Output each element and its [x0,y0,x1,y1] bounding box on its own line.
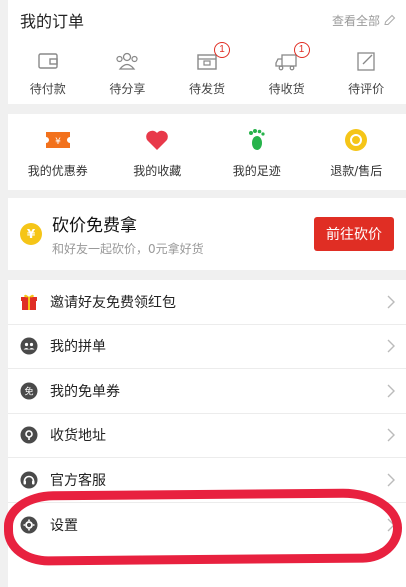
pending-shipment-badge: 1 [213,42,230,58]
svg-text:¥: ¥ [55,137,61,147]
shortcut-label: 退款/售后 [330,164,383,178]
menu-item-settings[interactable]: 设置 [8,503,406,548]
menu-item-address[interactable]: 收货地址 [8,414,406,458]
bargain-card[interactable]: ¥ 砍价免费拿 和好友一起砍价，0元拿好货 前往砍价 [8,198,406,270]
gift-icon [21,294,37,310]
chevron-right-icon [387,339,395,353]
chevron-right-icon [387,473,395,487]
menu-item-group-orders[interactable]: 我的拼单 [8,325,406,369]
chevron-right-icon [387,428,395,442]
order-label: 待发货 [188,82,225,96]
shortcut-coupons[interactable]: ¥ 我的优惠券 [8,114,108,190]
shortcut-label: 我的优惠券 [27,164,88,178]
order-label: 待付款 [29,82,66,96]
coupon-icon: ¥ [45,132,70,148]
menu-item-label: 邀请好友免费领红包 [50,294,176,311]
review-icon [357,52,375,71]
orders-card: 我的订单 查看全部 待付款 待分享 1 待发货 1 待收货 待评价 [8,0,406,104]
view-all-label: 查看全部 [331,13,380,28]
headset-icon [20,471,38,489]
footprint-icon [248,129,265,150]
shortcut-favorites[interactable]: 我的收藏 [108,114,208,190]
menu-item-label: 官方客服 [50,472,106,489]
menu-list: 邀请好友免费领红包 我的拼单 免 我的免单券 收货地址 官方客服 设置 [8,280,406,587]
order-label: 待评价 [348,82,385,96]
pending-receipt-badge: 1 [293,42,310,58]
order-pending-review[interactable]: 待评价 [326,40,406,100]
order-pending-shipment[interactable]: 1 待发货 [167,40,247,100]
menu-item-label: 我的拼单 [50,339,106,356]
coin-icon: ¥ [20,223,42,245]
shortcut-label: 我的收藏 [133,164,182,178]
svg-text:免: 免 [24,385,33,397]
go-bargain-button[interactable]: 前往砍价 [314,217,394,251]
free-coupon-icon: 免 [20,382,38,400]
order-label: 待分享 [109,82,146,96]
menu-item-customer-service[interactable]: 官方客服 [8,458,406,503]
shortcut-footprints[interactable]: 我的足迹 [207,114,307,190]
share-people-icon [116,52,138,70]
group-icon [20,337,38,355]
order-status-row: 待付款 待分享 1 待发货 1 待收货 待评价 [8,40,406,100]
bargain-subtitle: 和好友一起砍价，0元拿好货 [52,242,204,256]
order-pending-receipt[interactable]: 1 待收货 [247,40,327,100]
heart-icon [146,130,169,150]
order-label: 待收货 [268,82,305,96]
bargain-text: 砍价免费拿 和好友一起砍价，0元拿好货 [52,211,314,257]
shortcuts-card: ¥ 我的优惠券 我的收藏 我的足迹 退款/售后 [8,114,406,190]
gear-icon [20,516,38,534]
chevron-right-icon [387,384,395,398]
menu-item-label: 设置 [50,517,78,534]
chevron-right-icon [387,518,395,532]
refund-icon [345,129,368,151]
menu-item-label: 我的免单券 [50,383,120,400]
menu-item-free-coupons[interactable]: 免 我的免单券 [8,369,406,414]
order-pending-payment[interactable]: 待付款 [8,40,88,100]
orders-title: 我的订单 [20,12,85,31]
menu-item-invite[interactable]: 邀请好友免费领红包 [8,280,406,325]
edit-icon [384,14,396,25]
view-all-orders-link[interactable]: 查看全部 [332,12,396,29]
shortcut-label: 我的足迹 [232,164,281,178]
order-pending-share[interactable]: 待分享 [88,40,168,100]
orders-header: 我的订单 查看全部 [8,0,406,40]
location-icon [20,426,38,444]
chevron-right-icon [387,295,395,309]
menu-item-label: 收货地址 [50,428,106,445]
wallet-icon [38,53,58,69]
bargain-title: 砍价免费拿 [52,216,137,236]
shortcut-refund[interactable]: 退款/售后 [307,114,406,190]
